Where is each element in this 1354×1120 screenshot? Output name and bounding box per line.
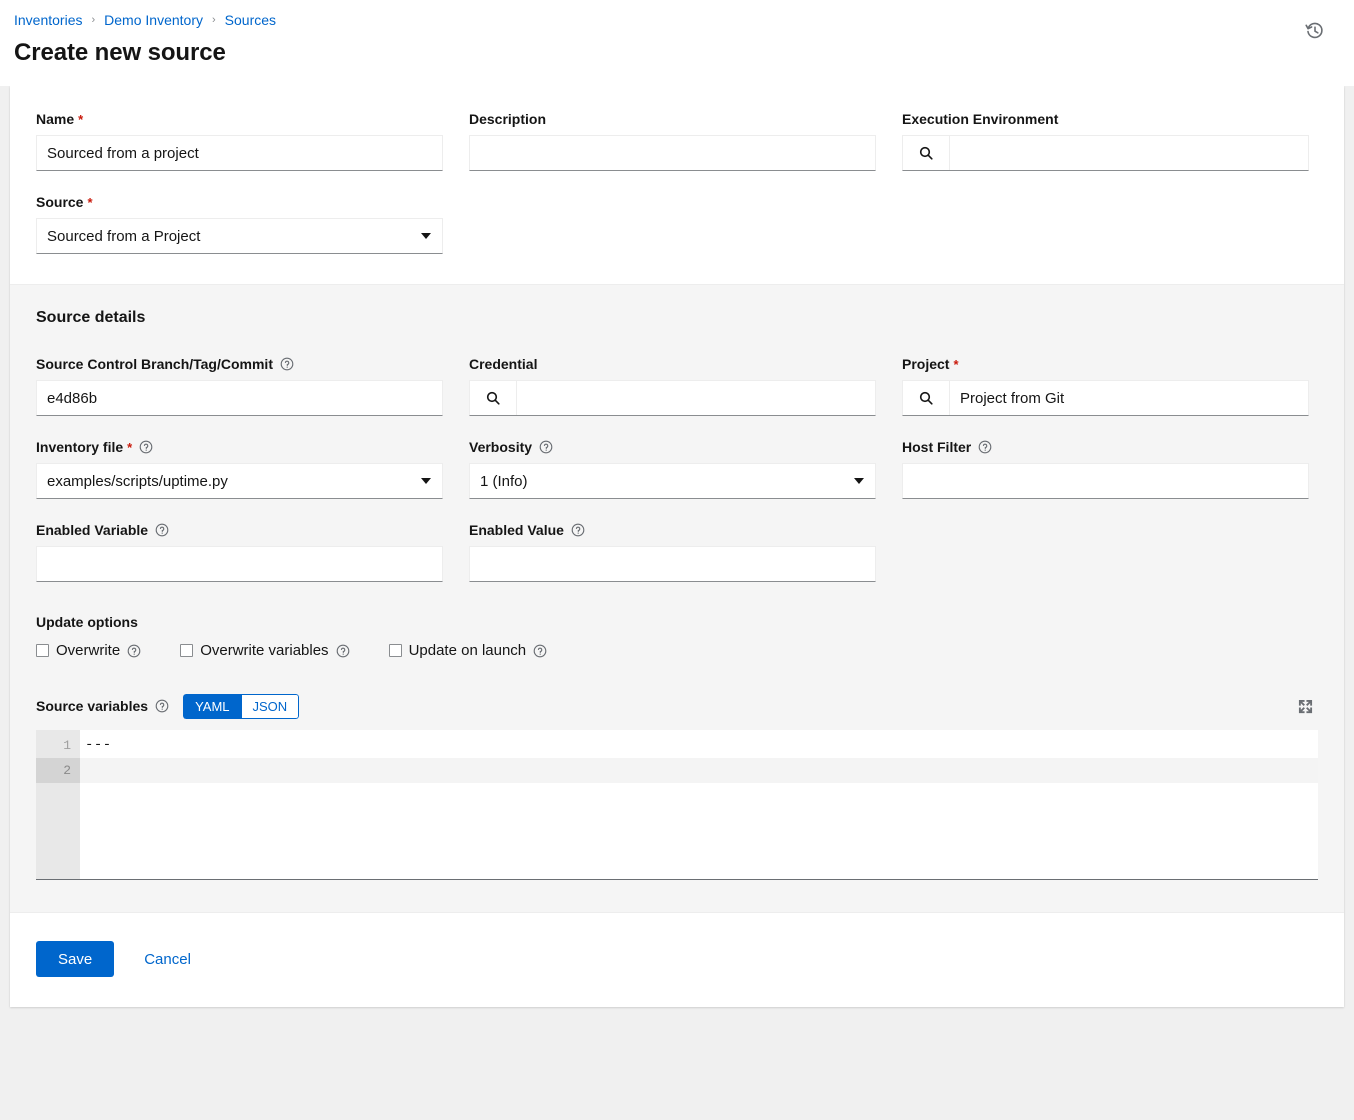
page-title: Create new source — [14, 39, 1330, 67]
source-details-title: Source details — [36, 309, 1318, 327]
credential-label: Credential — [469, 355, 537, 373]
checkbox-update-on-launch[interactable]: Update on launch — [389, 642, 548, 659]
credential-lookup — [469, 380, 876, 416]
question-circle-icon[interactable] — [571, 523, 585, 537]
branch-input[interactable] — [36, 380, 443, 416]
field-name: Name * — [36, 110, 443, 171]
host-filter-label: Host Filter — [902, 438, 971, 456]
execution-environment-input[interactable] — [950, 136, 1308, 170]
cancel-button[interactable]: Cancel — [130, 941, 205, 977]
question-circle-icon[interactable] — [155, 523, 169, 537]
update-on-launch-label: Update on launch — [409, 642, 527, 659]
enabled-value-label: Enabled Value — [469, 521, 564, 539]
toggle-json[interactable]: JSON — [241, 694, 300, 719]
expand-arrows-icon[interactable] — [1292, 693, 1318, 719]
field-source-control-branch: Source Control Branch/Tag/Commit — [36, 355, 443, 416]
required-marker: * — [87, 195, 92, 210]
search-icon[interactable] — [903, 381, 950, 415]
toggle-yaml[interactable]: YAML — [183, 694, 240, 719]
name-input[interactable] — [36, 135, 443, 171]
enabled-variable-input[interactable] — [36, 546, 443, 582]
checkbox-overwrite-variables[interactable]: Overwrite variables — [180, 642, 349, 659]
verbosity-select[interactable]: 1 (Info) — [469, 463, 876, 499]
source-variables-label: Source variables — [36, 697, 148, 715]
enabled-value-input[interactable] — [469, 546, 876, 582]
inventory-file-label: Inventory file — [36, 438, 123, 456]
breadcrumb-item-demo-inventory[interactable]: Demo Inventory — [104, 11, 203, 29]
source-variables-header: Source variables YAML JSON — [36, 693, 1318, 719]
question-circle-icon[interactable] — [978, 440, 992, 454]
question-circle-icon[interactable] — [127, 644, 141, 658]
field-host-filter: Host Filter — [902, 438, 1309, 499]
description-input[interactable] — [469, 135, 876, 171]
source-details-section: Source details Source Control Branch/Tag… — [10, 284, 1344, 913]
field-source: Source * Sourced from a Project — [36, 193, 443, 254]
verbosity-label: Verbosity — [469, 438, 532, 456]
line-number: 2 — [36, 758, 80, 783]
overwrite-variables-checkbox[interactable] — [180, 644, 193, 657]
field-description: Description — [469, 110, 876, 171]
save-button[interactable]: Save — [36, 941, 114, 977]
question-circle-icon[interactable] — [533, 644, 547, 658]
question-circle-icon[interactable] — [336, 644, 350, 658]
field-execution-environment: Execution Environment — [902, 110, 1309, 171]
page-header: Inventories › Demo Inventory › Sources C… — [0, 0, 1354, 86]
editor-gutter: 1 2 — [36, 730, 80, 879]
code-line — [80, 758, 1318, 783]
host-filter-input[interactable] — [902, 463, 1309, 499]
question-circle-icon[interactable] — [280, 357, 294, 371]
required-marker: * — [127, 440, 132, 455]
basic-info-section: Name * Description Execution Environment — [10, 86, 1344, 284]
question-circle-icon[interactable] — [539, 440, 553, 454]
question-circle-icon[interactable] — [139, 440, 153, 454]
overwrite-checkbox[interactable] — [36, 644, 49, 657]
breadcrumb-item-sources[interactable]: Sources — [225, 11, 276, 29]
search-icon[interactable] — [470, 381, 517, 415]
code-line: --- — [80, 733, 1318, 758]
breadcrumb-item-inventories[interactable]: Inventories — [14, 11, 82, 29]
checkbox-overwrite[interactable]: Overwrite — [36, 642, 141, 659]
credential-input[interactable] — [517, 381, 875, 415]
source-form-card: Name * Description Execution Environment — [10, 86, 1344, 1007]
field-enabled-value: Enabled Value — [469, 521, 876, 582]
overwrite-variables-label: Overwrite variables — [200, 642, 328, 659]
name-label: Name — [36, 110, 74, 128]
execution-environment-label: Execution Environment — [902, 110, 1058, 128]
form-actions: Save Cancel — [10, 913, 1344, 1007]
update-options-title: Update options — [36, 614, 1318, 630]
required-marker: * — [953, 357, 958, 372]
verbosity-value: 1 (Info) — [480, 473, 528, 490]
field-inventory-file: Inventory file * examples/scripts/uptime… — [36, 438, 443, 499]
inventory-file-select[interactable]: examples/scripts/uptime.py — [36, 463, 443, 499]
breadcrumb-separator: › — [90, 11, 96, 29]
field-project: Project * — [902, 355, 1309, 416]
enabled-variable-label: Enabled Variable — [36, 521, 148, 539]
source-select-value: Sourced from a Project — [47, 228, 200, 245]
inventory-file-value: examples/scripts/uptime.py — [47, 473, 228, 490]
overwrite-label: Overwrite — [56, 642, 120, 659]
breadcrumb-separator: › — [211, 11, 217, 29]
project-label: Project — [902, 355, 949, 373]
variables-format-toggle: YAML JSON — [183, 694, 299, 719]
history-icon[interactable] — [1298, 14, 1332, 48]
branch-label: Source Control Branch/Tag/Commit — [36, 355, 273, 373]
update-on-launch-checkbox[interactable] — [389, 644, 402, 657]
execution-environment-lookup — [902, 135, 1309, 171]
project-lookup — [902, 380, 1309, 416]
field-verbosity: Verbosity 1 (Info) — [469, 438, 876, 499]
search-icon[interactable] — [903, 136, 950, 170]
update-options-group: Overwrite Overwrite variables — [36, 642, 1318, 659]
source-select[interactable]: Sourced from a Project — [36, 218, 443, 254]
description-label: Description — [469, 110, 546, 128]
breadcrumb: Inventories › Demo Inventory › Sources — [14, 10, 1330, 30]
question-circle-icon[interactable] — [155, 699, 169, 713]
field-enabled-variable: Enabled Variable — [36, 521, 443, 582]
source-label: Source — [36, 193, 83, 211]
editor-content[interactable]: --- — [80, 730, 1318, 879]
project-input[interactable] — [950, 381, 1308, 415]
line-number: 1 — [36, 733, 80, 758]
required-marker: * — [78, 112, 83, 127]
field-credential: Credential — [469, 355, 876, 416]
source-variables-editor[interactable]: 1 2 --- — [36, 730, 1318, 880]
